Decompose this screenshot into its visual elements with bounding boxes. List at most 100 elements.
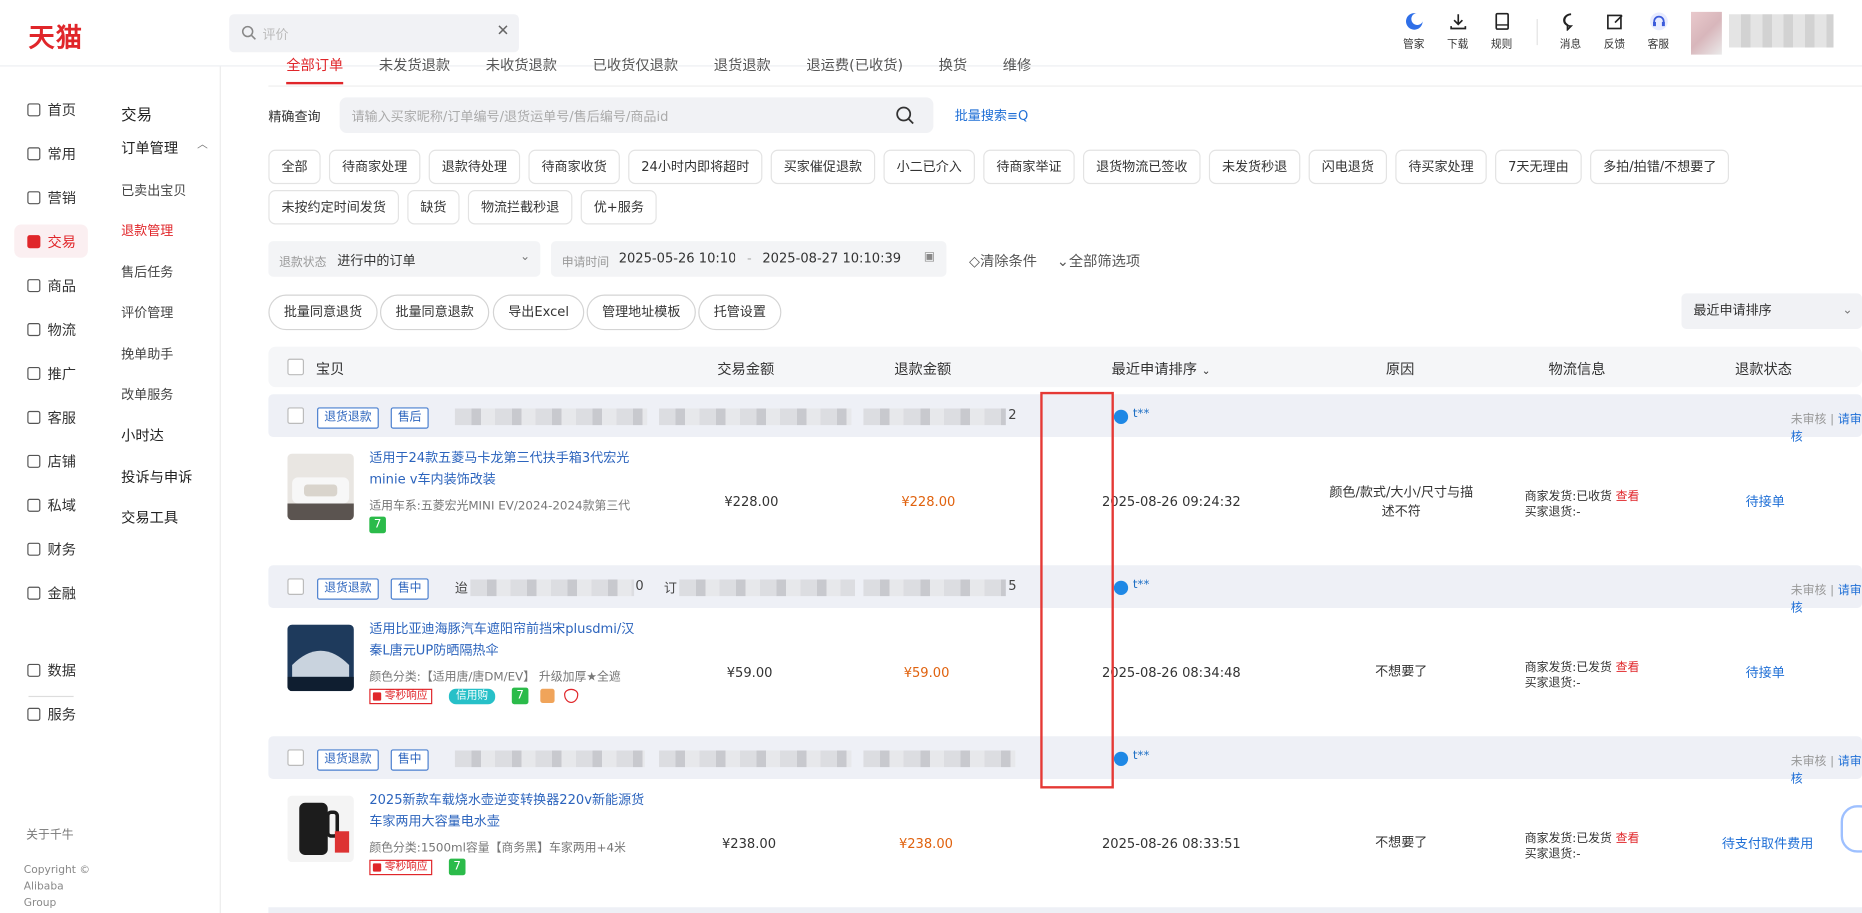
time-end[interactable]: 2025-08-27 10:10:39 <box>762 251 901 266</box>
order-checkbox[interactable] <box>287 749 304 769</box>
filter-chip[interactable]: 全部 <box>268 149 321 185</box>
filter-chip[interactable]: 24小时内即将超时 <box>628 149 763 185</box>
filter-chip[interactable]: 未按约定时间发货 <box>268 190 399 225</box>
tool-service[interactable]: 客服 <box>1636 12 1680 51</box>
nav2-review[interactable]: 评价管理 <box>121 303 173 322</box>
nav2-sold[interactable]: 已卖出宝贝 <box>121 181 186 200</box>
nav-private[interactable]: 私域 <box>14 488 88 521</box>
nav-goods[interactable]: 商品 <box>14 268 88 301</box>
all-filters[interactable]: ⌄全部筛选项 <box>1057 251 1140 271</box>
nav-data[interactable]: 数据 <box>14 653 88 686</box>
nav2-tools[interactable]: 交易工具 <box>121 507 178 527</box>
user-name-blurred[interactable] <box>1729 14 1834 48</box>
product-title[interactable]: 适用比亚迪海豚汽车遮阳帘前挡宋plusdmi/汉秦L唐元UP防晒隔热伞 <box>369 619 645 662</box>
filter-chip[interactable]: 闪电退货 <box>1308 149 1387 185</box>
nav2-retain[interactable]: 挽单助手 <box>121 344 173 363</box>
tool-feedback[interactable]: 反馈 <box>1592 12 1636 51</box>
nav-shop[interactable]: 店铺 <box>14 444 88 477</box>
nav2-aftersale[interactable]: 售后任务 <box>121 262 173 281</box>
tab-received-refund[interactable]: 已收货仅退款 <box>593 55 679 75</box>
buyer-name[interactable]: t** <box>1133 749 1150 762</box>
tab-return-refund[interactable]: 退货退款 <box>714 55 771 75</box>
nav-logistics[interactable]: 物流 <box>14 312 88 345</box>
tool-rules[interactable]: 规则 <box>1480 12 1524 51</box>
apply-time-range[interactable]: 申请时间 2025-05-26 10:10:39 - 2025-08-27 10… <box>551 241 947 277</box>
filter-chip[interactable]: 待买家处理 <box>1395 149 1487 185</box>
product-thumbnail[interactable] <box>287 624 354 692</box>
view-logistics-link[interactable]: 查看 <box>1616 490 1640 503</box>
tab-unshipped[interactable]: 未发货退款 <box>379 55 450 75</box>
nav2-complaints[interactable]: 投诉与申诉 <box>121 467 192 487</box>
refund-status[interactable]: 待接单 <box>1746 663 1785 682</box>
filter-chip[interactable]: 物流拦截秒退 <box>467 190 573 225</box>
query-input[interactable]: 请输入买家昵称/订单编号/退货运单号/售后编号/商品id <box>339 97 934 133</box>
product-thumbnail[interactable] <box>287 453 354 521</box>
nav-promotion[interactable]: 推广 <box>14 356 88 389</box>
filter-chip[interactable]: 退货物流已签收 <box>1083 149 1201 185</box>
order-checkbox[interactable] <box>287 407 304 427</box>
select-all-checkbox[interactable] <box>287 358 304 379</box>
filter-chip[interactable]: 缺货 <box>407 190 460 225</box>
nav2-refund[interactable]: 退款管理 <box>121 221 173 240</box>
tool-guanjia[interactable]: 管家 <box>1392 12 1436 51</box>
tab-freight[interactable]: 退运费(已收货) <box>806 55 903 75</box>
about-link[interactable]: 关于千牛 <box>26 824 74 842</box>
nav2-group-orders[interactable]: 订单管理 ︿ <box>121 138 208 158</box>
sort-select[interactable]: 最近申请排序 ⌄ <box>1681 293 1862 329</box>
refund-status-select[interactable]: 退款状态 进行中的订单 ⌄ <box>268 241 541 277</box>
hosting-settings-button[interactable]: 托管设置 <box>698 294 782 331</box>
floating-assistant-button[interactable] <box>1840 805 1862 853</box>
nav-marketing[interactable]: 营销 <box>14 181 88 214</box>
manage-address-button[interactable]: 管理地址模板 <box>586 294 696 331</box>
tab-exchange[interactable]: 换货 <box>939 55 968 75</box>
product-title[interactable]: 适用于24款五菱马卡龙第三代扶手箱3代宏光minie v车内装饰改装 <box>369 448 645 491</box>
filter-chip[interactable]: 待商家处理 <box>328 149 421 185</box>
search-icon[interactable] <box>895 106 914 125</box>
clear-conditions[interactable]: ◇清除条件 <box>969 251 1037 271</box>
refund-status[interactable]: 待支付取件费用 <box>1722 834 1813 853</box>
order-checkbox[interactable] <box>287 578 304 598</box>
product-title[interactable]: 2025新款车载烧水壶逆变转换器220v新能源货车家两用大容量电水壶 <box>369 790 645 833</box>
filter-chip[interactable]: 待商家举证 <box>983 149 1075 185</box>
buyer-chat-icon[interactable] <box>1113 580 1129 595</box>
nav-trade[interactable]: 交易 <box>14 224 88 258</box>
filter-chip[interactable]: 小二已介入 <box>883 149 975 185</box>
avatar[interactable] <box>1691 11 1722 55</box>
search-input[interactable]: 评价 <box>262 25 288 44</box>
nav-common[interactable]: 常用 <box>14 137 88 170</box>
view-logistics-link[interactable]: 查看 <box>1616 832 1640 845</box>
filter-chip[interactable]: 买家催促退款 <box>770 149 876 185</box>
buyer-name[interactable]: t** <box>1133 407 1150 420</box>
batch-search-link[interactable]: 批量搜索≡Q <box>955 106 1028 125</box>
nav-finance[interactable]: 财务 <box>14 532 88 565</box>
filter-chip[interactable]: 7天无理由 <box>1495 149 1582 185</box>
product-thumbnail[interactable] <box>287 795 354 863</box>
filter-chip[interactable]: 多拍/拍错/不想要了 <box>1590 149 1730 185</box>
tab-all[interactable]: 全部订单 <box>286 55 343 75</box>
filter-chip[interactable]: 待商家收货 <box>528 149 620 185</box>
batch-agree-refund-button[interactable]: 批量同意退款 <box>380 294 490 331</box>
sort-by-time-header[interactable]: 最近申请排序 ⌄ <box>1112 359 1211 379</box>
buyer-name[interactable]: t** <box>1133 578 1150 591</box>
time-start[interactable]: 2025-05-26 10:10:39 <box>619 251 735 266</box>
tool-messages[interactable]: 消息 <box>1549 12 1593 51</box>
nav-home[interactable]: 首页 <box>14 93 88 126</box>
tab-unreceived[interactable]: 未收货退款 <box>486 55 557 75</box>
view-logistics-link[interactable]: 查看 <box>1616 661 1640 674</box>
filter-chip[interactable]: 优+服务 <box>580 190 657 225</box>
refund-status[interactable]: 待接单 <box>1746 492 1785 511</box>
global-search[interactable]: 评价 ✕ <box>229 14 519 53</box>
tool-download[interactable]: 下载 <box>1436 12 1480 51</box>
filter-chip[interactable]: 退款待处理 <box>428 149 521 185</box>
clear-search-icon[interactable]: ✕ <box>496 23 509 41</box>
batch-agree-return-button[interactable]: 批量同意退货 <box>268 294 378 331</box>
nav-fintech[interactable]: 金融 <box>14 576 88 609</box>
export-excel-button[interactable]: 导出Excel <box>492 294 585 331</box>
buyer-chat-icon[interactable] <box>1113 751 1129 766</box>
filter-chip[interactable]: 未发货秒退 <box>1208 149 1301 185</box>
tab-repair[interactable]: 维修 <box>1003 55 1032 75</box>
nav-services[interactable]: 服务 <box>14 697 88 730</box>
tmall-logo[interactable]: 天猫 <box>29 17 84 55</box>
nav2-modify[interactable]: 改单服务 <box>121 385 173 404</box>
nav-customer-service[interactable]: 客服 <box>14 400 88 433</box>
